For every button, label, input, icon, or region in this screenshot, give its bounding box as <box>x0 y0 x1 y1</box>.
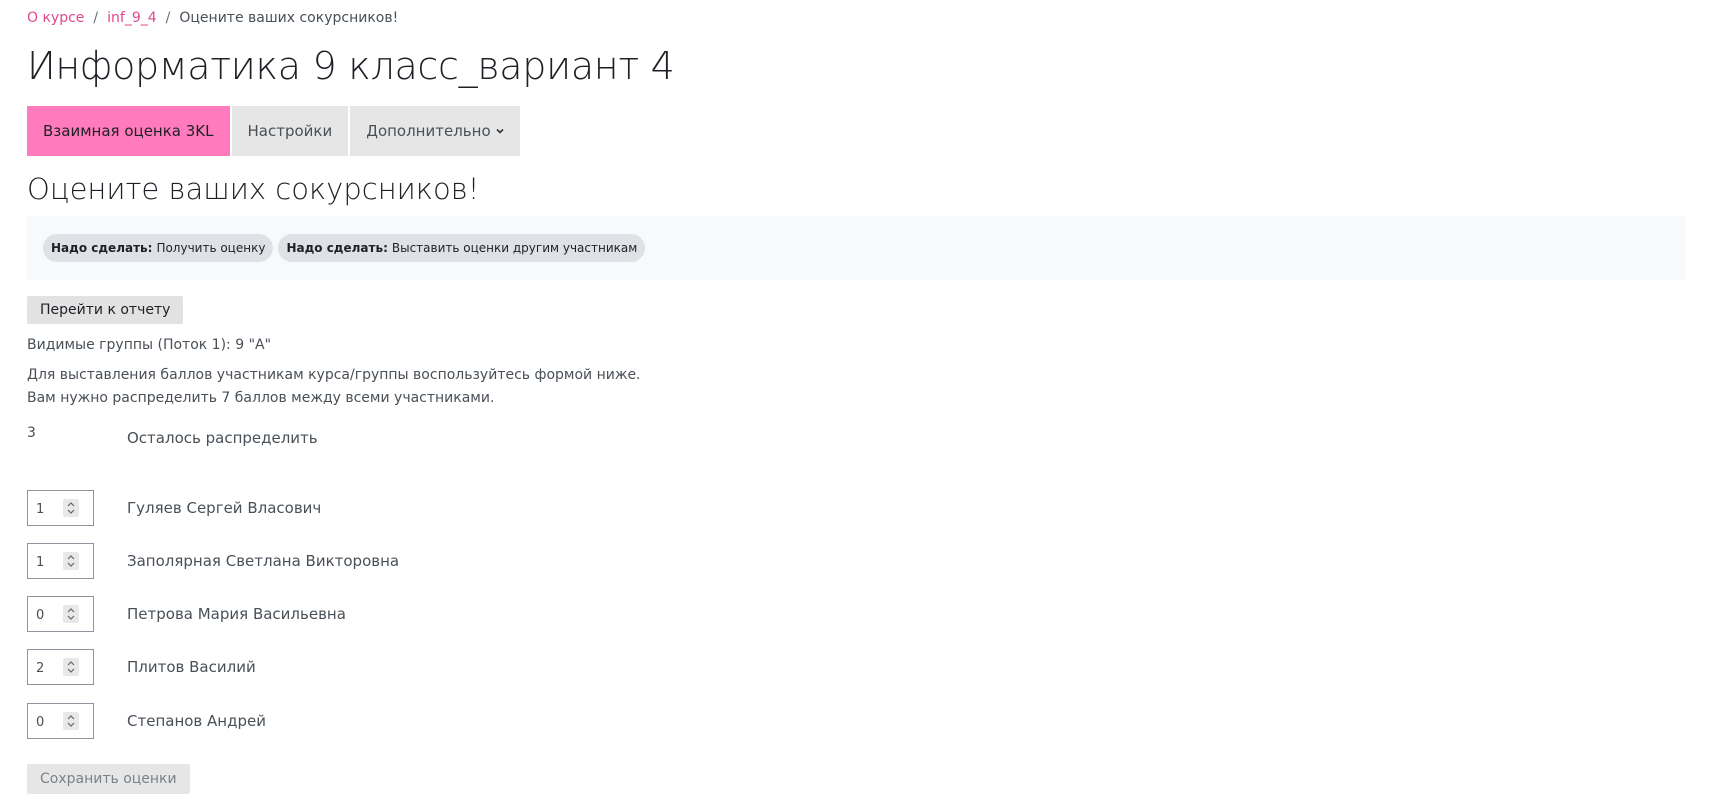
completion-info: Надо сделать: Получить оценку Надо сдела… <box>27 216 1685 280</box>
participant-name: Заполярная Светлана Викторовна <box>127 552 400 570</box>
participant-row: Заполярная Светлана Викторовна <box>27 543 627 579</box>
completion-badge-prefix: Надо сделать: <box>286 241 388 255</box>
score-input[interactable] <box>36 500 56 518</box>
score-input[interactable] <box>36 606 56 624</box>
spin-buttons-icon[interactable] <box>63 712 79 730</box>
completion-badge-text: Выставить оценки другим участникам <box>391 241 638 255</box>
go-to-report-button[interactable]: Перейти к отчету <box>27 296 184 324</box>
tab-label: Настройки <box>247 122 333 140</box>
spin-buttons-icon[interactable] <box>63 658 79 676</box>
tab-settings[interactable]: Настройки <box>231 106 349 156</box>
participant-row: Плитов Василий <box>27 649 627 685</box>
instruction-text: Вам нужно распределить 7 баллов между вс… <box>27 390 495 406</box>
completion-badge-text: Получить оценку <box>156 241 266 255</box>
breadcrumb: О курсе / inf_9_4 / Оцените ваших сокурс… <box>27 10 398 26</box>
score-stepper[interactable] <box>27 490 94 526</box>
chevron-down-icon <box>496 127 504 135</box>
score-input[interactable] <box>36 713 56 731</box>
save-scores-button[interactable]: Сохранить оценки <box>27 764 190 794</box>
score-stepper[interactable] <box>27 596 94 632</box>
visible-groups-text: Видимые группы (Поток 1): 9 "А" <box>27 337 272 353</box>
spin-buttons-icon[interactable] <box>63 552 79 570</box>
score-input[interactable] <box>36 553 56 571</box>
score-input[interactable] <box>36 659 56 677</box>
completion-badge: Надо сделать: Получить оценку <box>43 234 274 262</box>
score-stepper[interactable] <box>27 543 94 579</box>
participant-row: Петрова Мария Васильевна <box>27 596 627 632</box>
breadcrumb-link-section[interactable]: inf_9_4 <box>107 10 157 26</box>
remaining-points-label: Осталось распределить <box>127 429 318 447</box>
page-title: Информатика 9 класс_вариант 4 <box>27 44 675 88</box>
score-stepper[interactable] <box>27 703 94 739</box>
participant-name: Степанов Андрей <box>127 712 266 730</box>
tab-label: Дополнительно <box>366 122 491 140</box>
tab-peer-assessment[interactable]: Взаимная оценка 3KL <box>27 106 230 156</box>
activity-title: Оцените ваших сокурсников! <box>27 172 480 206</box>
spin-buttons-icon[interactable] <box>63 605 79 623</box>
participant-name: Плитов Василий <box>127 658 256 676</box>
participant-row: Гуляев Сергей Власович <box>27 490 627 526</box>
completion-badge-prefix: Надо сделать: <box>51 241 153 255</box>
participant-row: Степанов Андрей <box>27 703 627 739</box>
tab-more[interactable]: Дополнительно <box>350 106 520 156</box>
breadcrumb-link-course[interactable]: О курсе <box>27 10 84 26</box>
breadcrumb-separator: / <box>165 10 171 26</box>
instruction-text: Для выставления баллов участникам курса/… <box>27 367 641 383</box>
secondary-navigation: Взаимная оценка 3KL Настройки Дополнител… <box>27 106 522 156</box>
breadcrumb-current: Оцените ваших сокурсников! <box>179 10 399 26</box>
tab-label: Взаимная оценка 3KL <box>43 122 214 140</box>
breadcrumb-separator: / <box>93 10 99 26</box>
participant-name: Петрова Мария Васильевна <box>127 605 346 623</box>
participant-name: Гуляев Сергей Власович <box>127 499 322 517</box>
spin-buttons-icon[interactable] <box>63 499 79 517</box>
score-stepper[interactable] <box>27 649 94 685</box>
remaining-points-value: 3 <box>27 425 36 441</box>
completion-badge: Надо сделать: Выставить оценки другим уч… <box>278 234 646 262</box>
